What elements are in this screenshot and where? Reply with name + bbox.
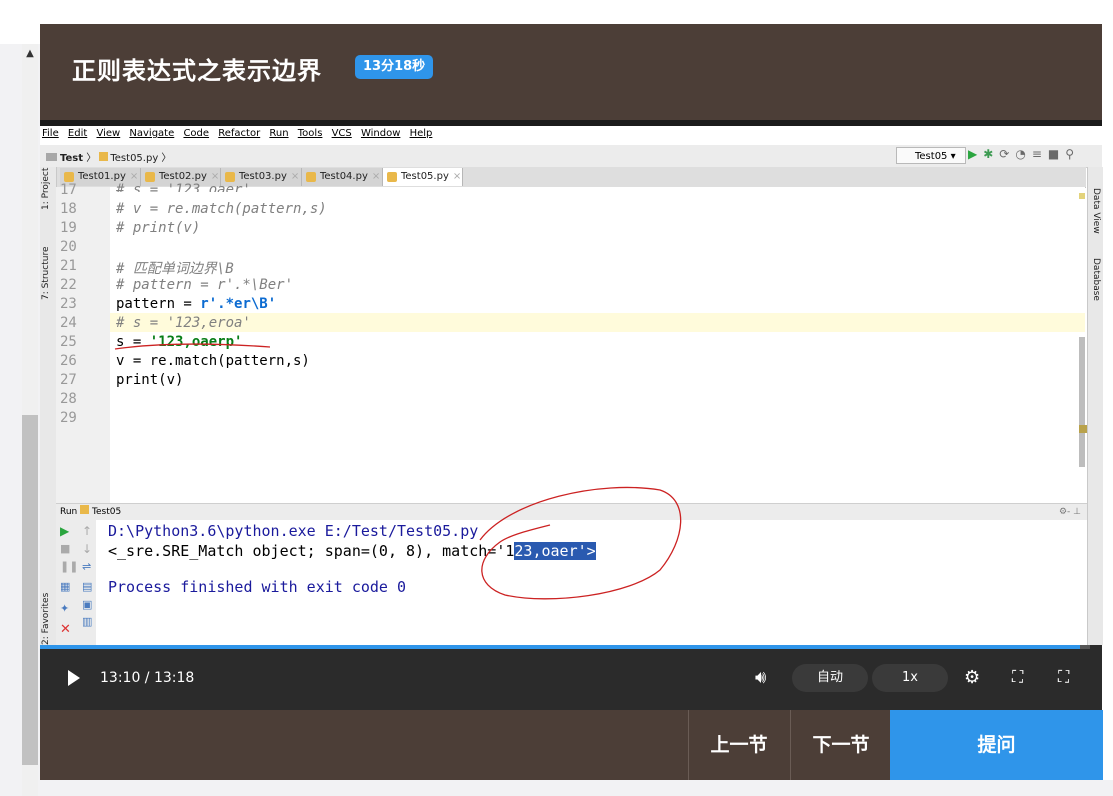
volume-icon[interactable]: 🔊︎ bbox=[755, 667, 766, 688]
playback-time: 13:10 / 13:18 bbox=[100, 670, 195, 686]
progress-bar-fill bbox=[40, 645, 1080, 649]
next-lesson-button[interactable]: 下一节 bbox=[790, 710, 891, 780]
settings-icon[interactable]: ⚙ bbox=[964, 667, 980, 688]
circle-stroke bbox=[479, 486, 682, 600]
web-fullscreen-icon[interactable]: ⛶ bbox=[1012, 667, 1023, 687]
prev-lesson-button[interactable]: 上一节 bbox=[688, 710, 789, 780]
quality-button[interactable]: 自动 bbox=[792, 664, 868, 692]
fullscreen-icon[interactable]: ⛶ bbox=[1058, 667, 1069, 687]
ask-question-button[interactable]: 提问 bbox=[890, 710, 1103, 780]
speed-button[interactable]: 1x bbox=[872, 664, 948, 692]
page-scrollbar-thumb[interactable] bbox=[22, 415, 38, 765]
lesson-duration-badge: 13分18秒 bbox=[355, 55, 434, 79]
lesson-title: 正则表达式之表示边界 bbox=[72, 57, 322, 85]
scroll-up-arrow-icon[interactable]: ▲ bbox=[22, 48, 38, 60]
underline-stroke bbox=[114, 343, 271, 350]
pen-annotations bbox=[114, 343, 682, 600]
play-icon[interactable] bbox=[68, 670, 80, 686]
page-bottom-margin bbox=[40, 780, 1113, 796]
